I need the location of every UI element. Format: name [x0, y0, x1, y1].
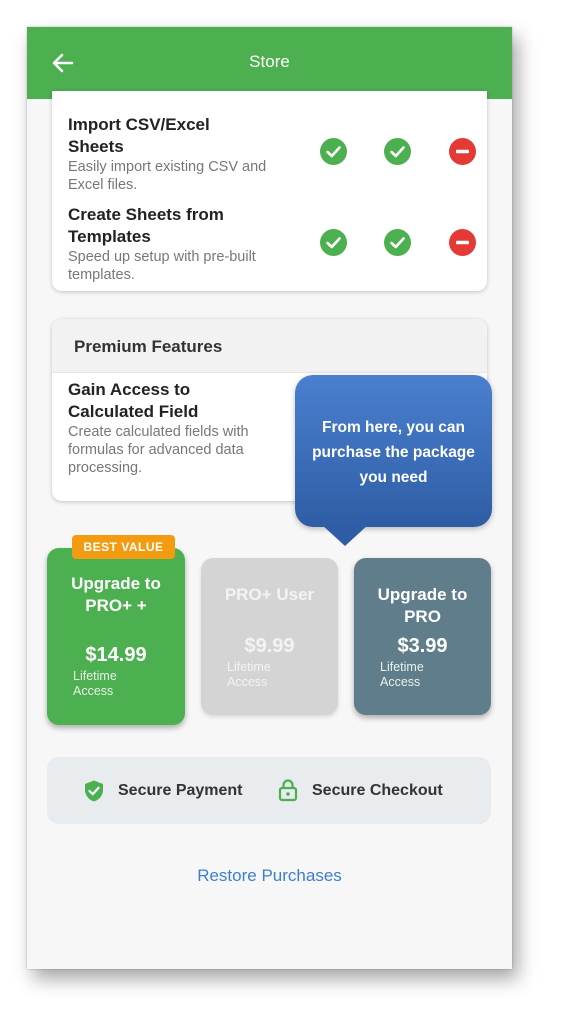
check-icon: [384, 138, 411, 165]
plan-price: $9.99: [244, 635, 295, 657]
tooltip-text: From here, you can purchase the package …: [312, 419, 475, 486]
store-screen: Store Import CSV/Excel Sheets Easily imp…: [27, 27, 512, 969]
minus-icon: [449, 138, 476, 165]
lock-icon: [278, 779, 298, 802]
features-card: Import CSV/Excel Sheets Easily import ex…: [52, 91, 487, 291]
restore-purchases-link[interactable]: Restore Purchases: [27, 866, 512, 886]
feature-title: Create Sheets from Templates: [68, 205, 224, 246]
premium-header-title: Premium Features: [74, 337, 223, 356]
check-icon: [320, 229, 347, 256]
plan-pro-plus-plus[interactable]: Upgrade to PRO+ + $14.99 Lifetime Access: [47, 548, 185, 725]
secure-info: Secure Payment Secure Checkout: [47, 757, 491, 824]
app-bar: Store: [27, 27, 512, 99]
check-icon: [320, 138, 347, 165]
premium-header: Premium Features: [52, 319, 487, 373]
tooltip-pointer: [321, 524, 369, 546]
plan-name: Upgrade to PRO+ +: [71, 574, 161, 615]
shield-check-icon: [85, 780, 103, 802]
feature-description: Create calculated fields with formulas f…: [68, 424, 249, 476]
plan-price: $3.99: [397, 635, 448, 657]
secure-checkout-label: Secure Checkout: [312, 782, 443, 799]
best-value-badge: BEST VALUE: [72, 535, 175, 559]
tooltip-callout: From here, you can purchase the package …: [295, 375, 492, 527]
plan-note: Lifetime Access: [380, 660, 424, 689]
feature-title: Import CSV/Excel Sheets: [68, 115, 210, 156]
plan-name: Upgrade to PRO: [377, 585, 468, 626]
secure-payment-label: Secure Payment: [118, 782, 243, 799]
feature-description: Easily import existing CSV and Excel fil…: [68, 159, 267, 193]
check-icon: [384, 229, 411, 256]
plan-note: Lifetime Access: [227, 660, 271, 689]
plan-name: PRO+ User: [224, 585, 315, 604]
plan-pro-plus-user[interactable]: PRO+ User $9.99 Lifetime Access: [201, 558, 338, 715]
plan-note: Lifetime Access: [73, 669, 117, 698]
plan-price: $14.99: [85, 644, 147, 666]
feature-description: Speed up setup with pre-built templates.: [68, 249, 256, 283]
page-title: Store: [249, 52, 290, 71]
minus-icon: [449, 229, 476, 256]
plan-pro[interactable]: Upgrade to PRO $3.99 Lifetime Access: [354, 558, 491, 715]
feature-title: Gain Access to Calculated Field: [68, 380, 199, 421]
